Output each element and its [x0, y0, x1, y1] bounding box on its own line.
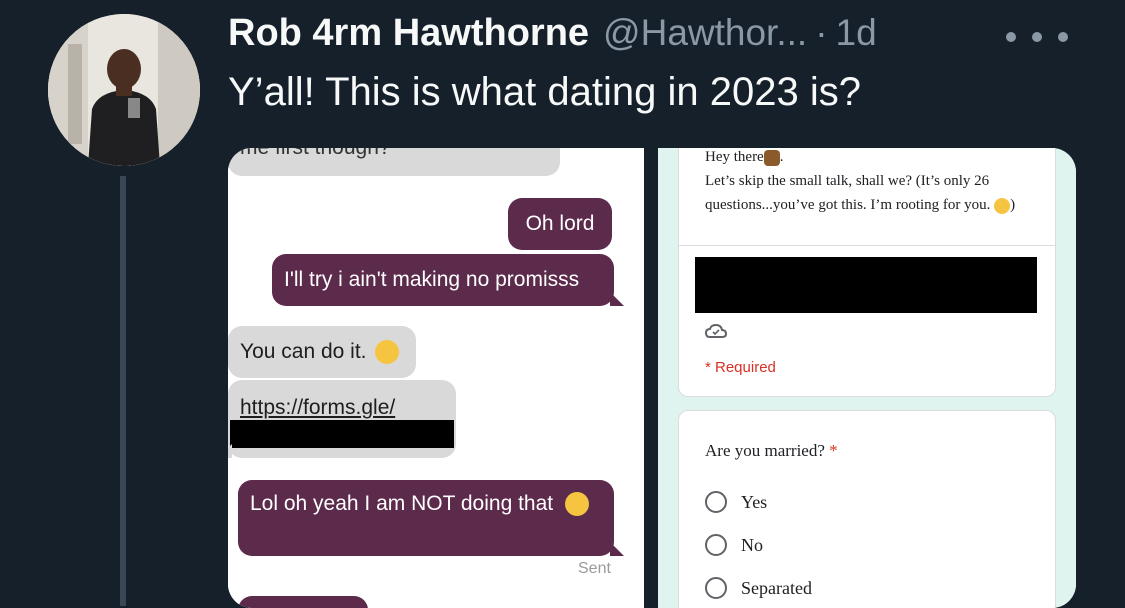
message-bubble: Oh lord	[508, 198, 612, 250]
tweet-timestamp[interactable]: 1d	[836, 12, 877, 54]
user-handle[interactable]: @Hawthor...	[603, 12, 807, 54]
question-title: Are you married? *	[705, 441, 838, 460]
required-star: *	[829, 441, 838, 460]
card-divider	[679, 245, 1055, 246]
intro-text: Let’s skip the small talk, shall we? (It…	[705, 173, 991, 213]
required-note: * Required	[705, 359, 776, 376]
message-bubble: Lol oh yeah I am NOT doing that	[238, 480, 624, 556]
separator-dot: ·	[815, 12, 828, 53]
winking-face-icon	[994, 197, 1011, 214]
redacted-block	[230, 420, 454, 448]
waving-hand-icon	[763, 149, 780, 166]
redacted-block	[695, 257, 1037, 313]
winking-face-icon	[374, 340, 399, 364]
message-bubble: I'll try i ain't making no promisss	[272, 254, 624, 306]
form-screenshot: Hey there. Let’s skip the small talk, sh…	[658, 148, 1076, 608]
tweet-text: Y’all! This is what dating in 2023 is?	[228, 70, 861, 114]
cloud-icon	[705, 323, 727, 338]
profile-photo	[48, 14, 200, 166]
chat-screenshot: me first though? Oh lord I'll try i ain'…	[228, 148, 644, 608]
collage-divider	[644, 148, 658, 608]
sent-status: Sent	[578, 560, 611, 577]
tears-of-joy-icon	[564, 492, 589, 517]
intro-end: )	[1010, 197, 1016, 213]
radio-option-separated[interactable]: Separated	[705, 577, 812, 599]
message-bubble: https://forms.gle/	[228, 380, 456, 458]
radio-option-yes[interactable]: Yes	[705, 491, 767, 513]
display-name[interactable]: Rob 4rm Hawthorne	[228, 12, 589, 55]
message-bubble: You can do it.	[228, 326, 416, 378]
radio-button[interactable]	[705, 491, 727, 513]
question-card: Are you married? * Yes No Separated	[678, 410, 1056, 608]
form-description: Hey there. Let’s skip the small talk, sh…	[705, 149, 1016, 214]
radio-button[interactable]	[705, 534, 727, 556]
tweet-media[interactable]: me first though? Oh lord I'll try i ain'…	[228, 148, 1076, 608]
form-header-card: Hey there. Let’s skip the small talk, sh…	[678, 148, 1056, 397]
more-options-icon[interactable]	[1000, 20, 1080, 50]
thread-line	[120, 176, 126, 606]
avatar[interactable]	[48, 14, 200, 166]
message-fragment: me first though?	[228, 148, 560, 176]
greeting: Hey there	[705, 149, 764, 165]
message-fragment	[238, 596, 368, 608]
tweet-header: Rob 4rm Hawthorne @Hawthor... · 1d	[228, 12, 877, 58]
link[interactable]: https://forms.gle/	[240, 394, 395, 422]
radio-option-no[interactable]: No	[705, 534, 763, 556]
radio-button[interactable]	[705, 577, 727, 599]
